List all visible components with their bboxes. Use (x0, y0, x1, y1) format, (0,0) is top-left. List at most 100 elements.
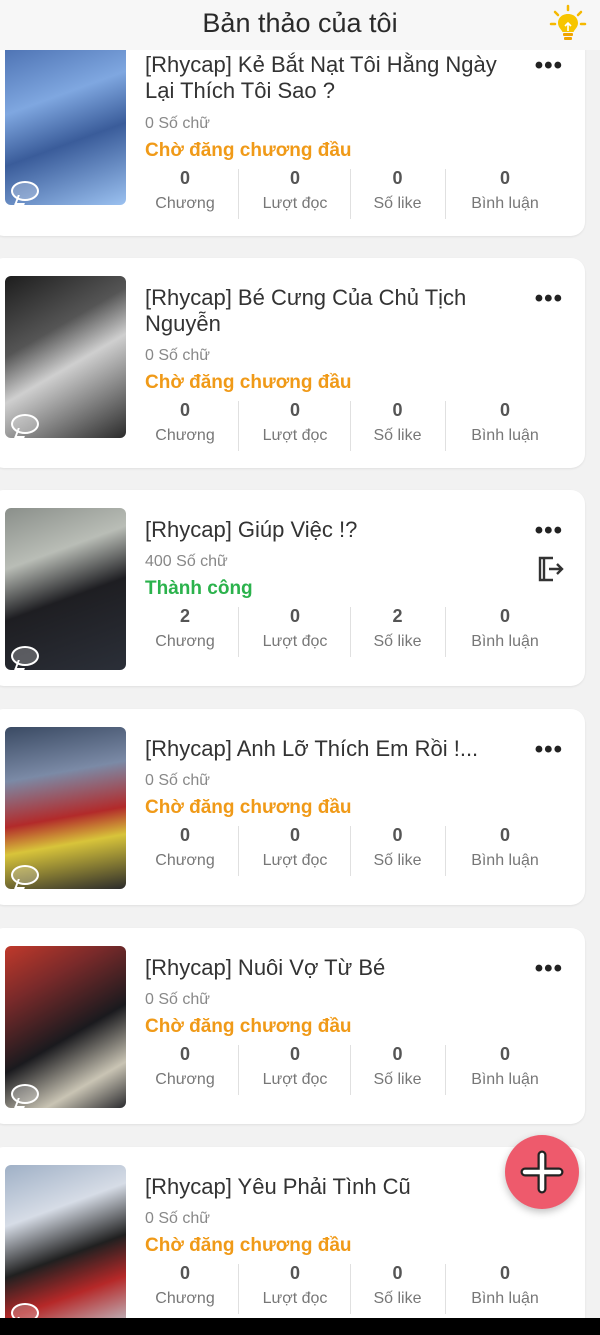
more-options-button[interactable]: ••• (535, 52, 563, 80)
story-card[interactable]: [Rhycap] Kẻ Bắt Nạt Tôi Hằng Ngày Lại Th… (0, 30, 585, 236)
stat-label: Lượt đọc (262, 633, 328, 650)
divider (445, 607, 446, 657)
stat-reads: 0 Lượt đọc (250, 1262, 340, 1316)
divider (350, 1045, 351, 1095)
story-card[interactable]: [Rhycap] Bé Cưng Của Chủ Tịch Nguyễn •••… (0, 258, 585, 468)
status-label: Chờ đăng chương đầu (145, 1016, 352, 1037)
word-count: 0 Số chữ (145, 115, 210, 132)
stat-reads: 0 Lượt đọc (250, 167, 340, 221)
stat-label: Chương (155, 1071, 215, 1088)
comment-bubble-icon (11, 181, 39, 201)
stat-value: 0 (392, 1263, 403, 1283)
status-label: Chờ đăng chương đầu (145, 372, 352, 393)
story-cover[interactable] (5, 276, 126, 438)
stat-likes: 0 Số like (360, 1262, 435, 1316)
divider (238, 826, 239, 876)
stat-label: Chương (155, 427, 215, 444)
stat-likes: 0 Số like (360, 167, 435, 221)
word-count: 0 Số chữ (145, 772, 210, 789)
stat-label: Bình luận (471, 1071, 539, 1088)
story-title[interactable]: [Rhycap] Kẻ Bắt Nạt Tôi Hằng Ngày Lại Th… (145, 52, 505, 104)
stat-reads: 0 Lượt đọc (250, 399, 340, 453)
story-title[interactable]: [Rhycap] Yêu Phải Tình Cũ (145, 1174, 505, 1200)
divider (350, 1264, 351, 1314)
comment-bubble-icon (11, 414, 39, 434)
stat-value: 0 (392, 168, 403, 188)
story-card[interactable]: [Rhycap] Giúp Việc !? ••• 400 Số chữ Thà… (0, 490, 585, 686)
divider (350, 826, 351, 876)
divider (238, 1045, 239, 1095)
stat-likes: 2 Số like (360, 605, 435, 659)
lightbulb-icon[interactable] (548, 4, 588, 44)
story-title[interactable]: [Rhycap] Giúp Việc !? (145, 517, 505, 543)
stat-likes: 0 Số like (360, 824, 435, 878)
stat-label: Lượt đọc (262, 1290, 328, 1307)
story-card[interactable]: [Rhycap] Nuôi Vợ Từ Bé ••• 0 Số chữ Chờ … (0, 928, 585, 1124)
word-count: 400 Số chữ (145, 553, 228, 570)
stat-comments: 0 Bình luận (455, 399, 555, 453)
divider (238, 1264, 239, 1314)
status-label: Chờ đăng chương đầu (145, 1235, 352, 1256)
story-card[interactable]: [Rhycap] Yêu Phải Tình Cũ 0 Số chữ Chờ đ… (0, 1147, 585, 1335)
stat-value: 0 (179, 400, 190, 420)
stat-likes: 0 Số like (360, 1043, 435, 1097)
stat-value: 0 (289, 1044, 300, 1064)
divider (238, 607, 239, 657)
divider (350, 607, 351, 657)
stat-label: Số like (373, 195, 422, 212)
stat-value: 0 (179, 168, 190, 188)
stat-value: 0 (392, 825, 403, 845)
more-options-button[interactable]: ••• (535, 736, 563, 764)
export-icon[interactable] (535, 554, 565, 584)
word-count: 0 Số chữ (145, 991, 210, 1008)
story-title[interactable]: [Rhycap] Bé Cưng Của Chủ Tịch Nguyễn (145, 285, 505, 337)
stats-row: 0 Chương 0 Lượt đọc 0 Số like 0 Bình luận (135, 824, 555, 878)
word-count: 0 Số chữ (145, 1210, 210, 1227)
more-options-button[interactable]: ••• (535, 517, 563, 545)
stat-label: Lượt đọc (262, 1071, 328, 1088)
stat-label: Số like (373, 852, 422, 869)
more-options-button[interactable]: ••• (535, 285, 563, 313)
story-cover[interactable] (5, 1165, 126, 1327)
stat-chapters: 0 Chương (145, 824, 225, 878)
story-card[interactable]: [Rhycap] Anh Lỡ Thích Em Rồi !... ••• 0 … (0, 709, 585, 905)
divider (445, 826, 446, 876)
stat-value: 0 (392, 1044, 403, 1064)
divider (445, 1264, 446, 1314)
stat-value: 2 (179, 606, 190, 626)
page-title: Bản thảo của tôi (202, 8, 398, 38)
divider (445, 401, 446, 451)
status-label: Chờ đăng chương đầu (145, 140, 352, 161)
story-cover[interactable] (5, 43, 126, 205)
stat-label: Bình luận (471, 852, 539, 869)
story-cover[interactable] (5, 946, 126, 1108)
stat-comments: 0 Bình luận (455, 1043, 555, 1097)
stat-value: 0 (289, 606, 300, 626)
stat-value: 0 (289, 1263, 300, 1283)
divider (238, 169, 239, 219)
stat-likes: 0 Số like (360, 399, 435, 453)
stat-comments: 0 Bình luận (455, 824, 555, 878)
story-title[interactable]: [Rhycap] Nuôi Vợ Từ Bé (145, 955, 505, 981)
stat-label: Số like (373, 1290, 422, 1307)
stat-comments: 0 Bình luận (455, 167, 555, 221)
stats-row: 0 Chương 0 Lượt đọc 0 Số like 0 Bình luận (135, 399, 555, 453)
story-title[interactable]: [Rhycap] Anh Lỡ Thích Em Rồi !... (145, 736, 505, 762)
stat-value: 0 (499, 1044, 510, 1064)
story-cover[interactable] (5, 508, 126, 670)
more-options-button[interactable]: ••• (535, 955, 563, 983)
stat-label: Chương (155, 195, 215, 212)
stat-reads: 0 Lượt đọc (250, 1043, 340, 1097)
story-cover[interactable] (5, 727, 126, 889)
stats-row: 2 Chương 0 Lượt đọc 2 Số like 0 Bình luận (135, 605, 555, 659)
stat-label: Số like (373, 1071, 422, 1088)
add-story-button[interactable] (505, 1135, 579, 1209)
stat-value: 0 (289, 825, 300, 845)
stat-chapters: 2 Chương (145, 605, 225, 659)
status-label: Thành công (145, 578, 253, 599)
stat-label: Chương (155, 1290, 215, 1307)
comment-bubble-icon (11, 865, 39, 885)
stat-value: 0 (179, 1263, 190, 1283)
system-nav-bar (0, 1318, 600, 1335)
stat-value: 0 (392, 400, 403, 420)
